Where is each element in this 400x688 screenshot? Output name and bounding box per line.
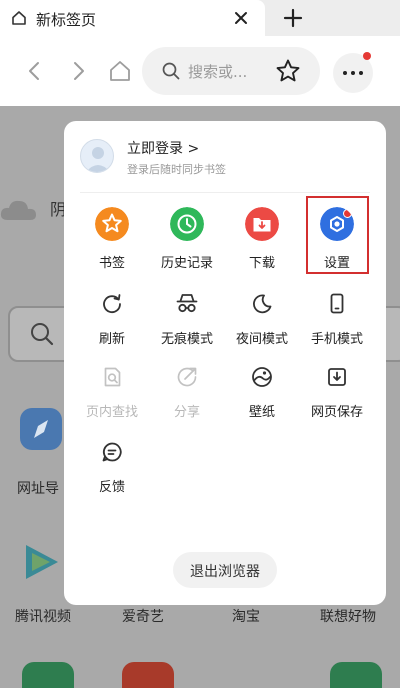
new-tab-icon[interactable] xyxy=(282,7,304,29)
menu-label: 壁纸 xyxy=(248,405,275,420)
incognito-icon xyxy=(176,294,198,313)
wallpaper-icon xyxy=(252,367,272,387)
feedback-icon xyxy=(102,442,122,462)
menu-label: 刷新 xyxy=(98,332,125,347)
active-tab[interactable]: 新标签页 xyxy=(0,0,265,36)
home-icon[interactable] xyxy=(109,60,131,82)
more-dots-icon xyxy=(343,71,363,75)
favorite-star-icon[interactable] xyxy=(275,58,301,84)
app-label: 网址导 xyxy=(17,481,59,497)
menu-item-history[interactable]: 历史记录 xyxy=(148,207,226,277)
menu-item-find-in-page[interactable]: 页内查找 xyxy=(73,360,151,430)
search-placeholder: 搜索或... xyxy=(188,63,248,81)
menu-item-downloads[interactable]: 下载 xyxy=(223,207,301,277)
menu-item-feedback[interactable]: 反馈 xyxy=(73,435,151,505)
menu-label: 反馈 xyxy=(98,480,125,495)
menu-label: 下载 xyxy=(248,256,275,271)
login-link[interactable]: 立即登录 > xyxy=(127,138,199,158)
search-icon xyxy=(31,323,54,346)
tab-title: 新标签页 xyxy=(36,11,97,29)
home-tab-icon xyxy=(12,11,26,25)
night-moon-icon xyxy=(253,294,272,314)
menu-label: 手机模式 xyxy=(310,332,363,347)
menu-item-wallpaper[interactable]: 壁纸 xyxy=(223,360,301,430)
menu-label: 历史记录 xyxy=(160,256,213,271)
close-tab-icon[interactable] xyxy=(232,9,250,27)
exit-label: 退出浏览器 xyxy=(190,564,260,580)
menu-item-phone-mode[interactable]: 手机模式 xyxy=(298,287,376,357)
menu-item-share[interactable]: 分享 xyxy=(148,360,226,430)
compass-app-icon xyxy=(20,408,62,450)
phone-icon xyxy=(330,293,344,314)
settings-highlight-box xyxy=(306,196,369,274)
app-icon xyxy=(22,662,74,688)
save-page-icon xyxy=(328,368,346,386)
history-clock-icon xyxy=(170,207,204,241)
app-label: 淘宝 xyxy=(232,609,260,625)
menu-item-refresh[interactable]: 刷新 xyxy=(73,287,151,357)
menu-item-incognito[interactable]: 无痕模式 xyxy=(148,287,226,357)
app-icon xyxy=(330,662,382,688)
refresh-icon xyxy=(103,294,121,314)
search-icon xyxy=(162,62,180,80)
browser-menu-panel: 立即登录 > 登录后随时同步书签 书签 历史记录 下载 设置 刷新 无痕模式 夜… xyxy=(64,121,386,605)
menu-button[interactable] xyxy=(333,52,373,93)
forward-icon[interactable] xyxy=(68,61,88,81)
app-label: 腾讯视频 xyxy=(15,609,71,625)
divider xyxy=(80,192,370,193)
menu-label: 页内查找 xyxy=(85,405,138,420)
avatar[interactable] xyxy=(80,139,114,173)
download-folder-icon xyxy=(245,207,279,241)
app-label: 联想好物 xyxy=(320,609,376,625)
find-in-page-icon xyxy=(104,367,121,387)
app-label: 爱奇艺 xyxy=(122,609,164,625)
menu-label: 无痕模式 xyxy=(160,332,213,347)
address-toolbar: 搜索或... xyxy=(0,36,400,106)
search-box[interactable]: 搜索或... xyxy=(142,47,320,95)
menu-item-night-mode[interactable]: 夜间模式 xyxy=(223,287,301,357)
back-icon[interactable] xyxy=(25,61,45,81)
cloud-weather-icon xyxy=(0,200,36,220)
notification-dot xyxy=(363,52,371,60)
menu-label: 书签 xyxy=(98,256,125,271)
tencent-video-icon xyxy=(26,545,58,579)
bookmark-star-icon xyxy=(95,207,129,241)
tab-bar: 新标签页 xyxy=(0,0,400,36)
menu-item-bookmarks[interactable]: 书签 xyxy=(73,207,151,277)
menu-label: 分享 xyxy=(173,405,200,420)
share-icon xyxy=(177,367,197,387)
menu-label: 夜间模式 xyxy=(235,332,288,347)
login-subtitle: 登录后随时同步书签 xyxy=(127,163,226,176)
app-icon xyxy=(122,662,174,688)
menu-item-save-page[interactable]: 网页保存 xyxy=(298,360,376,430)
exit-browser-button[interactable]: 退出浏览器 xyxy=(173,552,277,588)
menu-label: 网页保存 xyxy=(310,405,363,420)
